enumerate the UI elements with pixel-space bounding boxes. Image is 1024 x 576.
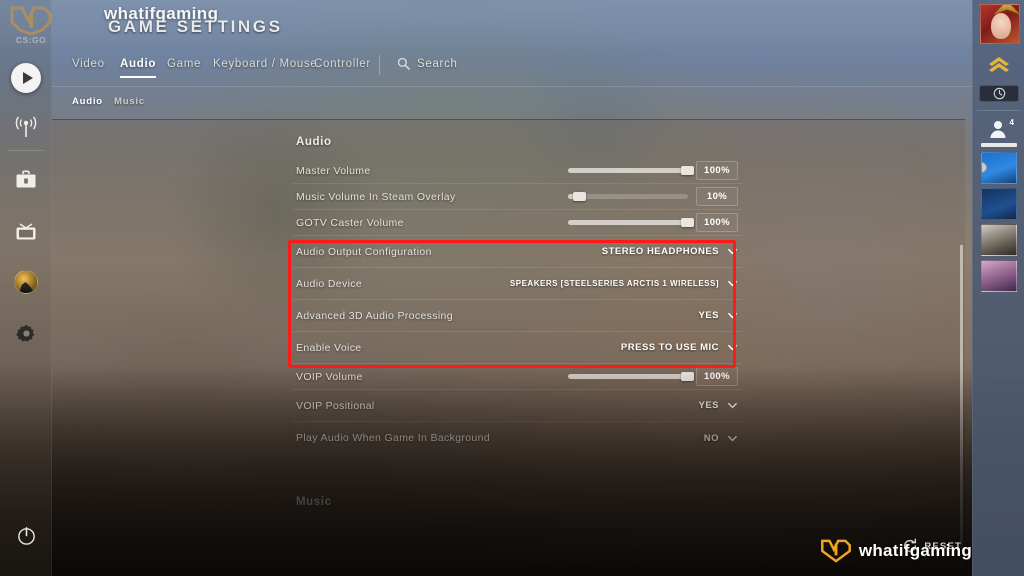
inventory-button[interactable] xyxy=(0,160,52,200)
friend-avatar-2[interactable] xyxy=(981,188,1017,220)
friends-button[interactable]: 4 xyxy=(973,115,1024,143)
power-icon xyxy=(17,526,35,545)
friend-avatar-1[interactable] xyxy=(981,152,1017,184)
right-panel-rail: 4 xyxy=(972,0,1024,576)
setting-control[interactable]: SPEAKERS [STEELSERIES ARCTIS 1 WIRELESS] xyxy=(510,268,738,299)
audio-output-configuration-value: STEREO HEADPHONES xyxy=(601,246,719,257)
tab-video[interactable]: Video xyxy=(72,58,105,70)
section-title-audio: Audio xyxy=(296,136,332,148)
setting-label: Master Volume xyxy=(296,164,371,177)
rail-divider xyxy=(8,150,44,151)
friends-divider-bar xyxy=(981,143,1017,147)
setting-label: Audio Output Configuration xyxy=(296,245,432,258)
setting-row-audio-device[interactable]: Audio Device SPEAKERS [STEELSERIES ARCTI… xyxy=(292,268,742,300)
chevron-rank-icon[interactable] xyxy=(986,55,1012,75)
top-header-bar: CS:GO whatifgaming GAME SETTINGS xyxy=(0,0,1024,46)
player-avatar[interactable] xyxy=(980,4,1020,44)
briefcase-icon xyxy=(16,170,36,188)
tab-keyboard-mouse[interactable]: Keyboard / Mouse xyxy=(213,58,318,70)
gotv-caster-volume-slider[interactable] xyxy=(568,218,694,227)
friends-count-badge: 4 xyxy=(1009,118,1014,127)
match-history-button[interactable] xyxy=(979,85,1019,102)
friend-avatar-4[interactable] xyxy=(981,260,1017,292)
watermark-logo-icon xyxy=(820,539,851,563)
chevron-down-icon[interactable] xyxy=(727,342,738,353)
setting-control[interactable]: 100% xyxy=(568,210,738,235)
setting-row-music-volume-steam-overlay[interactable]: Music Volume In Steam Overlay 10% xyxy=(292,184,742,210)
search-label: Search xyxy=(417,57,458,70)
chevron-down-icon[interactable] xyxy=(727,310,738,321)
setting-label: Advanced 3D Audio Processing xyxy=(296,309,453,322)
music-volume-steam-overlay-value: 10% xyxy=(696,187,738,206)
avatar-medal-icon xyxy=(993,5,1019,15)
person-icon xyxy=(990,121,1006,138)
gotv-caster-volume-value: 100% xyxy=(696,213,738,232)
tab-game[interactable]: Game xyxy=(167,58,201,70)
tv-icon xyxy=(16,223,36,240)
subtab-music[interactable]: Music xyxy=(114,96,145,107)
tabs-divider xyxy=(379,55,380,75)
tab-audio[interactable]: Audio xyxy=(120,58,157,78)
broadcast-icon xyxy=(15,116,37,137)
setting-row-enable-voice[interactable]: Enable Voice PRESS TO USE MIC xyxy=(292,332,742,364)
setting-control[interactable]: STEREO HEADPHONES xyxy=(602,236,738,267)
chevron-down-icon[interactable] xyxy=(727,278,738,289)
music-volume-steam-overlay-slider[interactable] xyxy=(568,192,688,201)
setting-label: Audio Device xyxy=(296,277,363,290)
enable-voice-value: PRESS TO USE MIC xyxy=(620,342,719,353)
setting-control[interactable]: PRESS TO USE MIC xyxy=(621,332,738,363)
search-button[interactable]: Search xyxy=(397,57,458,70)
setting-row-gotv-caster-volume[interactable]: GOTV Caster Volume 100% xyxy=(292,210,742,236)
advanced-3d-audio-processing-value: YES xyxy=(698,310,719,321)
tabs-underline xyxy=(52,86,972,87)
setting-label: GOTV Caster Volume xyxy=(296,216,404,229)
subtab-audio[interactable]: Audio xyxy=(72,96,103,107)
setting-control[interactable]: 100% xyxy=(568,158,738,183)
sub-tabs: Audio Music xyxy=(52,88,972,118)
left-navigation-rail xyxy=(0,0,52,576)
setting-label: Enable Voice xyxy=(296,341,362,354)
setting-row-audio-output-configuration[interactable]: Audio Output Configuration STEREO HEADPH… xyxy=(292,236,742,268)
setting-row-master-volume[interactable]: Master Volume 100% xyxy=(292,158,742,184)
gear-icon xyxy=(15,324,34,342)
friend-status-dot xyxy=(982,162,987,173)
master-volume-value: 100% xyxy=(696,161,738,180)
power-button[interactable] xyxy=(0,520,52,550)
watermark-bottom-text: whatifgaming xyxy=(858,541,972,560)
search-icon xyxy=(397,57,410,70)
setting-control[interactable]: YES xyxy=(698,300,738,331)
main-tabs: Video Audio Game Keyboard / Mouse Contro… xyxy=(52,46,972,86)
broadcast-button[interactable] xyxy=(0,108,52,148)
chevron-down-icon[interactable] xyxy=(727,246,738,257)
page-title: GAME SETTINGS xyxy=(108,17,283,36)
friend-avatar-3[interactable] xyxy=(981,224,1017,256)
csgo-settings-screen: Audio Master Volume 100% Music Volume In… xyxy=(0,0,1024,576)
setting-control[interactable]: 10% xyxy=(568,184,738,209)
setting-row-advanced-3d-audio-processing[interactable]: Advanced 3D Audio Processing YES xyxy=(292,300,742,332)
setting-label: Music Volume In Steam Overlay xyxy=(296,190,456,203)
clock-icon xyxy=(993,87,1005,100)
profile-button[interactable] xyxy=(0,262,52,302)
profile-avatar-icon xyxy=(14,270,38,294)
play-button[interactable] xyxy=(0,58,52,98)
audio-device-value: SPEAKERS [STEELSERIES ARCTIS 1 WIRELESS] xyxy=(509,279,719,288)
settings-button[interactable] xyxy=(0,313,52,353)
play-icon xyxy=(11,63,41,93)
watermark-bottom: whatifgaming xyxy=(819,538,972,564)
tab-controller[interactable]: Controller xyxy=(314,58,371,70)
watch-button[interactable] xyxy=(0,211,52,251)
master-volume-slider[interactable] xyxy=(568,166,694,175)
rail-divider xyxy=(977,110,1021,111)
